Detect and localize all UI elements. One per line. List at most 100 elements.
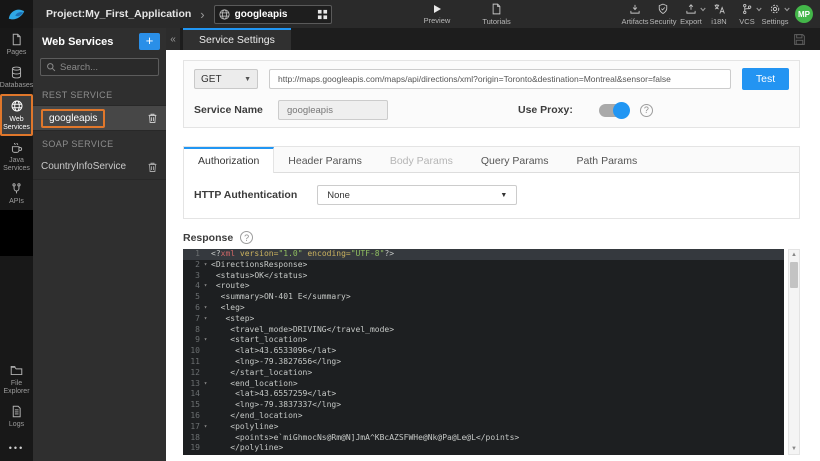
log-file-icon bbox=[12, 405, 21, 418]
delete-service-icon[interactable] bbox=[147, 161, 158, 173]
service-name: CountryInfoService bbox=[41, 161, 127, 172]
sidebar-item-logs[interactable]: Logs bbox=[0, 400, 33, 433]
breadcrumb-chevron-icon: › bbox=[200, 6, 205, 22]
panel-title: Web Services bbox=[42, 35, 114, 48]
params-tabbar: Authorization Header Params Body Params … bbox=[184, 147, 799, 173]
code-line: 5 <summary>ON-401 E</summary> bbox=[195, 292, 351, 302]
artifacts-button[interactable]: Artifacts bbox=[621, 3, 649, 26]
service-name-input[interactable] bbox=[278, 100, 388, 120]
code-line: 4 ▾ <route> bbox=[195, 281, 250, 291]
rail-divider bbox=[0, 210, 33, 257]
search-icon bbox=[47, 63, 56, 72]
service-item-googleapis[interactable]: googleapis bbox=[33, 105, 166, 131]
sidebar-item-apis[interactable]: APIs bbox=[0, 177, 33, 210]
code-line: 16 </end_location> bbox=[190, 410, 303, 420]
export-button[interactable]: Export bbox=[677, 3, 706, 26]
service-name-label: Service Name bbox=[194, 104, 263, 116]
proxy-help-icon[interactable]: ? bbox=[639, 103, 653, 117]
topbar-actions: Artifacts Security Export i18N VCS Setti… bbox=[621, 3, 820, 26]
test-button[interactable]: Test bbox=[742, 68, 789, 90]
folder-icon bbox=[10, 365, 23, 375]
service-item-countryinfoservice[interactable]: CountryInfoService bbox=[33, 154, 166, 180]
code-line: 1 <?xml version="1.0" encoding="UTF-8"?> bbox=[183, 249, 784, 260]
export-icon bbox=[686, 3, 696, 14]
tab-query-params[interactable]: Query Params bbox=[467, 147, 563, 172]
code-line: 17 ▾ <polyline> bbox=[190, 421, 279, 431]
artifacts-download-icon bbox=[630, 4, 640, 14]
code-line: 10 <lat>43.6533096</lat> bbox=[190, 346, 337, 356]
app-window: Project:My_First_Application › googleapi… bbox=[0, 0, 820, 461]
service-selector[interactable]: googleapis bbox=[213, 4, 332, 24]
delete-service-icon[interactable] bbox=[147, 112, 158, 124]
shield-icon bbox=[658, 3, 668, 14]
i18n-button[interactable]: i18N bbox=[705, 3, 733, 26]
pages-icon bbox=[12, 33, 21, 46]
web-services-panel: Web Services + REST SERVICE googleapis S… bbox=[33, 28, 166, 461]
sidebar-item-java-services[interactable]: Java Services bbox=[0, 136, 33, 177]
toggle-knob bbox=[612, 101, 630, 119]
code-line: 18 <points>e`miGhmocNs@Rm@N]JmA^KBcAZSFW… bbox=[190, 432, 520, 442]
tab-body-params[interactable]: Body Params bbox=[376, 147, 467, 172]
user-avatar[interactable]: MP bbox=[795, 5, 813, 23]
code-line: 20▾ <duration> bbox=[183, 454, 784, 455]
left-icon-rail: Pages Databases Web Services Java Servic… bbox=[0, 28, 33, 461]
code-line: 7 ▾ <step> bbox=[195, 313, 255, 323]
tutorials-button[interactable]: Tutorials bbox=[482, 3, 511, 26]
topbar: Project:My_First_Application › googleapi… bbox=[0, 0, 820, 28]
globe-icon bbox=[11, 100, 22, 112]
play-icon bbox=[433, 4, 441, 13]
http-authentication-select[interactable]: None ▼ bbox=[317, 185, 518, 205]
tab-authorization[interactable]: Authorization bbox=[184, 147, 275, 173]
code-line: 14 <lat>43.6557259</lat> bbox=[190, 389, 337, 399]
vertical-scrollbar[interactable]: ▲ ▼ bbox=[788, 249, 800, 455]
code-line: 2 ▾ <DirectionsResponse> bbox=[195, 259, 308, 269]
sidebar-item-file-explorer[interactable]: File Explorer bbox=[0, 359, 33, 400]
more-options-button[interactable]: ••• bbox=[0, 433, 33, 461]
http-method-select[interactable]: GET ▼ bbox=[194, 69, 258, 89]
main-area: « Service Settings GET▼ Test bbox=[166, 28, 820, 461]
security-button[interactable]: Security bbox=[649, 3, 677, 26]
use-proxy-label: Use Proxy: bbox=[518, 104, 573, 116]
tab-path-params[interactable]: Path Params bbox=[563, 147, 652, 172]
gear-icon bbox=[770, 4, 780, 13]
vcs-button[interactable]: VCS bbox=[733, 3, 762, 26]
document-icon bbox=[492, 3, 501, 14]
add-service-button[interactable]: + bbox=[139, 33, 160, 50]
save-button[interactable] bbox=[778, 28, 820, 50]
tab-header-params[interactable]: Header Params bbox=[274, 147, 376, 172]
response-help-icon[interactable]: ? bbox=[240, 231, 254, 244]
request-url-input[interactable] bbox=[269, 69, 731, 89]
code-line: 9 ▾ <start_location> bbox=[195, 335, 308, 345]
service-name: googleapis bbox=[41, 108, 106, 128]
git-branch-icon bbox=[743, 3, 752, 14]
translate-icon bbox=[714, 3, 725, 14]
params-card: Authorization Header Params Body Params … bbox=[183, 146, 800, 219]
settings-button[interactable]: Settings bbox=[761, 3, 790, 26]
scroll-down-icon[interactable]: ▼ bbox=[791, 444, 797, 454]
code-line: 3 <status>OK</status> bbox=[195, 270, 308, 280]
code-line: 11 <lng>-79.3827656</lng> bbox=[190, 356, 342, 366]
use-proxy-toggle[interactable] bbox=[598, 101, 630, 119]
request-form: GET▼ Test Service Name Use Proxy: ? bbox=[183, 60, 800, 128]
sidebar-item-pages[interactable]: Pages bbox=[0, 28, 33, 61]
sidebar-item-databases[interactable]: Databases bbox=[0, 61, 33, 94]
search-input[interactable] bbox=[60, 61, 153, 73]
preview-button[interactable]: Preview bbox=[424, 4, 450, 25]
scrollbar-thumb[interactable] bbox=[790, 262, 798, 288]
collapse-panel-button[interactable]: « bbox=[166, 28, 180, 50]
globe-icon bbox=[219, 8, 230, 20]
database-icon bbox=[11, 66, 22, 79]
code-line: 12 </start_location> bbox=[190, 367, 313, 377]
service-search[interactable] bbox=[40, 58, 159, 76]
scroll-up-icon[interactable]: ▲ bbox=[791, 250, 797, 260]
api-connector-icon bbox=[12, 183, 21, 194]
response-editor[interactable]: 1 <?xml version="1.0" encoding="UTF-8"?> 2… bbox=[183, 249, 784, 455]
code-line: 19 </polyline> bbox=[190, 443, 284, 453]
wavemaker-logo-icon[interactable] bbox=[0, 0, 33, 28]
coffee-cup-icon bbox=[11, 143, 23, 154]
sidebar-item-web-services[interactable]: Web Services bbox=[0, 94, 33, 137]
tab-service-settings[interactable]: Service Settings bbox=[183, 28, 291, 50]
response-label: Response bbox=[183, 231, 234, 244]
project-name[interactable]: Project:My_First_Application bbox=[46, 8, 191, 20]
chevron-down-icon bbox=[784, 7, 790, 11]
